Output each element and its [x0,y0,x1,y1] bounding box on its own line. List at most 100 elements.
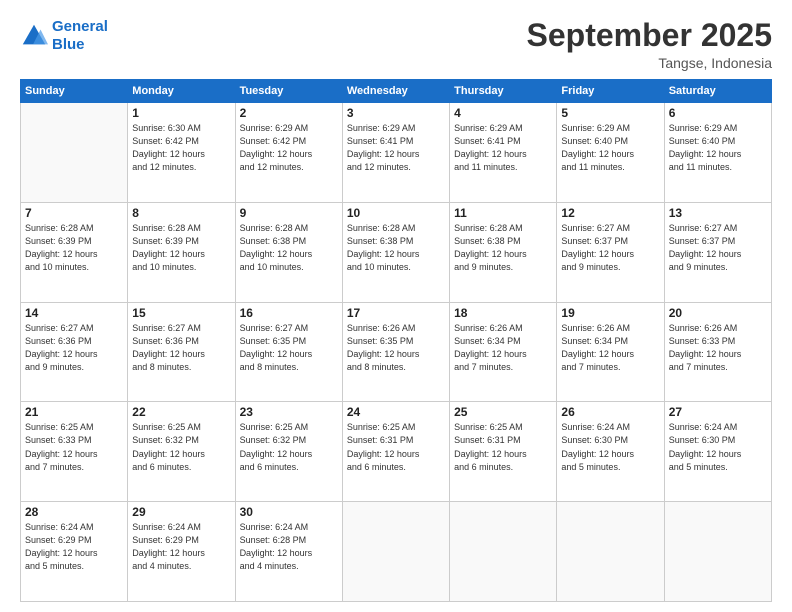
day-number: 13 [669,206,767,220]
day-info: Sunrise: 6:28 AM Sunset: 6:38 PM Dayligh… [240,222,338,274]
day-info: Sunrise: 6:29 AM Sunset: 6:41 PM Dayligh… [347,122,445,174]
calendar-cell [557,502,664,602]
logo-text: General Blue [52,18,108,54]
calendar-table: SundayMondayTuesdayWednesdayThursdayFrid… [20,79,772,602]
calendar-cell: 17 Sunrise: 6:26 AM Sunset: 6:35 PM Dayli… [342,302,449,402]
calendar-cell [342,502,449,602]
calendar-week-3: 14 Sunrise: 6:27 AM Sunset: 6:36 PM Dayli… [21,302,772,402]
day-number: 5 [561,106,659,120]
day-info: Sunrise: 6:26 AM Sunset: 6:35 PM Dayligh… [347,322,445,374]
day-number: 14 [25,306,123,320]
day-info: Sunrise: 6:25 AM Sunset: 6:33 PM Dayligh… [25,421,123,473]
day-number: 26 [561,405,659,419]
day-number: 19 [561,306,659,320]
day-info: Sunrise: 6:27 AM Sunset: 6:37 PM Dayligh… [669,222,767,274]
page: General Blue September 2025 Tangse, Indo… [0,0,792,612]
header: General Blue September 2025 Tangse, Indo… [20,18,772,71]
calendar-cell: 7 Sunrise: 6:28 AM Sunset: 6:39 PM Daylig… [21,202,128,302]
day-info: Sunrise: 6:28 AM Sunset: 6:39 PM Dayligh… [25,222,123,274]
calendar-week-5: 28 Sunrise: 6:24 AM Sunset: 6:29 PM Dayli… [21,502,772,602]
day-number: 21 [25,405,123,419]
calendar-header-thursday: Thursday [450,80,557,103]
day-info: Sunrise: 6:25 AM Sunset: 6:32 PM Dayligh… [132,421,230,473]
day-number: 8 [132,206,230,220]
day-number: 6 [669,106,767,120]
calendar-cell: 10 Sunrise: 6:28 AM Sunset: 6:38 PM Dayli… [342,202,449,302]
calendar-cell: 11 Sunrise: 6:28 AM Sunset: 6:38 PM Dayli… [450,202,557,302]
day-number: 30 [240,505,338,519]
day-number: 17 [347,306,445,320]
calendar-header-sunday: Sunday [21,80,128,103]
day-number: 22 [132,405,230,419]
calendar-header-tuesday: Tuesday [235,80,342,103]
day-number: 2 [240,106,338,120]
calendar-cell: 21 Sunrise: 6:25 AM Sunset: 6:33 PM Dayli… [21,402,128,502]
day-info: Sunrise: 6:25 AM Sunset: 6:31 PM Dayligh… [454,421,552,473]
calendar-cell: 1 Sunrise: 6:30 AM Sunset: 6:42 PM Daylig… [128,103,235,203]
logo-icon [20,22,48,50]
day-number: 28 [25,505,123,519]
day-number: 3 [347,106,445,120]
day-info: Sunrise: 6:28 AM Sunset: 6:39 PM Dayligh… [132,222,230,274]
calendar-cell: 26 Sunrise: 6:24 AM Sunset: 6:30 PM Dayli… [557,402,664,502]
day-number: 27 [669,405,767,419]
subtitle: Tangse, Indonesia [527,55,772,71]
calendar-cell [450,502,557,602]
day-number: 15 [132,306,230,320]
day-number: 24 [347,405,445,419]
day-info: Sunrise: 6:28 AM Sunset: 6:38 PM Dayligh… [347,222,445,274]
day-info: Sunrise: 6:27 AM Sunset: 6:35 PM Dayligh… [240,322,338,374]
calendar-header-monday: Monday [128,80,235,103]
calendar-cell [21,103,128,203]
calendar-cell: 13 Sunrise: 6:27 AM Sunset: 6:37 PM Dayli… [664,202,771,302]
day-info: Sunrise: 6:30 AM Sunset: 6:42 PM Dayligh… [132,122,230,174]
day-number: 11 [454,206,552,220]
day-number: 1 [132,106,230,120]
day-number: 25 [454,405,552,419]
day-number: 9 [240,206,338,220]
calendar-cell: 16 Sunrise: 6:27 AM Sunset: 6:35 PM Dayli… [235,302,342,402]
calendar-cell: 9 Sunrise: 6:28 AM Sunset: 6:38 PM Daylig… [235,202,342,302]
calendar-cell: 4Sunrise: 6:29 AM Sunset: 6:41 PM Daylig… [450,103,557,203]
day-info: Sunrise: 6:26 AM Sunset: 6:33 PM Dayligh… [669,322,767,374]
calendar-week-2: 7 Sunrise: 6:28 AM Sunset: 6:39 PM Daylig… [21,202,772,302]
day-info: Sunrise: 6:24 AM Sunset: 6:29 PM Dayligh… [132,521,230,573]
logo: General Blue [20,18,108,54]
day-number: 18 [454,306,552,320]
day-number: 16 [240,306,338,320]
main-title: September 2025 [527,18,772,53]
calendar-cell: 24 Sunrise: 6:25 AM Sunset: 6:31 PM Dayli… [342,402,449,502]
calendar-cell: 29Sunrise: 6:24 AM Sunset: 6:29 PM Dayli… [128,502,235,602]
day-info: Sunrise: 6:26 AM Sunset: 6:34 PM Dayligh… [561,322,659,374]
day-number: 10 [347,206,445,220]
calendar-header-row: SundayMondayTuesdayWednesdayThursdayFrid… [21,80,772,103]
day-info: Sunrise: 6:27 AM Sunset: 6:37 PM Dayligh… [561,222,659,274]
calendar-cell: 19 Sunrise: 6:26 AM Sunset: 6:34 PM Dayli… [557,302,664,402]
day-info: Sunrise: 6:27 AM Sunset: 6:36 PM Dayligh… [132,322,230,374]
day-info: Sunrise: 6:26 AM Sunset: 6:34 PM Dayligh… [454,322,552,374]
calendar-cell: 15 Sunrise: 6:27 AM Sunset: 6:36 PM Dayli… [128,302,235,402]
day-number: 23 [240,405,338,419]
logo-line2: Blue [52,36,85,53]
logo-line1: General [52,18,108,35]
calendar-cell: 23 Sunrise: 6:25 AM Sunset: 6:32 PM Dayli… [235,402,342,502]
day-info: Sunrise: 6:29 AM Sunset: 6:41 PM Dayligh… [454,122,552,174]
day-info: Sunrise: 6:25 AM Sunset: 6:31 PM Dayligh… [347,421,445,473]
calendar-cell: 12 Sunrise: 6:27 AM Sunset: 6:37 PM Dayli… [557,202,664,302]
day-info: Sunrise: 6:29 AM Sunset: 6:40 PM Dayligh… [561,122,659,174]
calendar-cell: 3 Sunrise: 6:29 AM Sunset: 6:41 PM Daylig… [342,103,449,203]
calendar-header-wednesday: Wednesday [342,80,449,103]
day-info: Sunrise: 6:24 AM Sunset: 6:28 PM Dayligh… [240,521,338,573]
day-info: Sunrise: 6:24 AM Sunset: 6:30 PM Dayligh… [561,421,659,473]
calendar-week-4: 21 Sunrise: 6:25 AM Sunset: 6:33 PM Dayli… [21,402,772,502]
day-info: Sunrise: 6:28 AM Sunset: 6:38 PM Dayligh… [454,222,552,274]
day-number: 12 [561,206,659,220]
calendar-cell: 2 Sunrise: 6:29 AM Sunset: 6:42 PM Daylig… [235,103,342,203]
day-info: Sunrise: 6:27 AM Sunset: 6:36 PM Dayligh… [25,322,123,374]
calendar-cell: 25 Sunrise: 6:25 AM Sunset: 6:31 PM Dayli… [450,402,557,502]
day-info: Sunrise: 6:29 AM Sunset: 6:40 PM Dayligh… [669,122,767,174]
day-number: 7 [25,206,123,220]
day-info: Sunrise: 6:25 AM Sunset: 6:32 PM Dayligh… [240,421,338,473]
day-info: Sunrise: 6:29 AM Sunset: 6:42 PM Dayligh… [240,122,338,174]
calendar-header-friday: Friday [557,80,664,103]
